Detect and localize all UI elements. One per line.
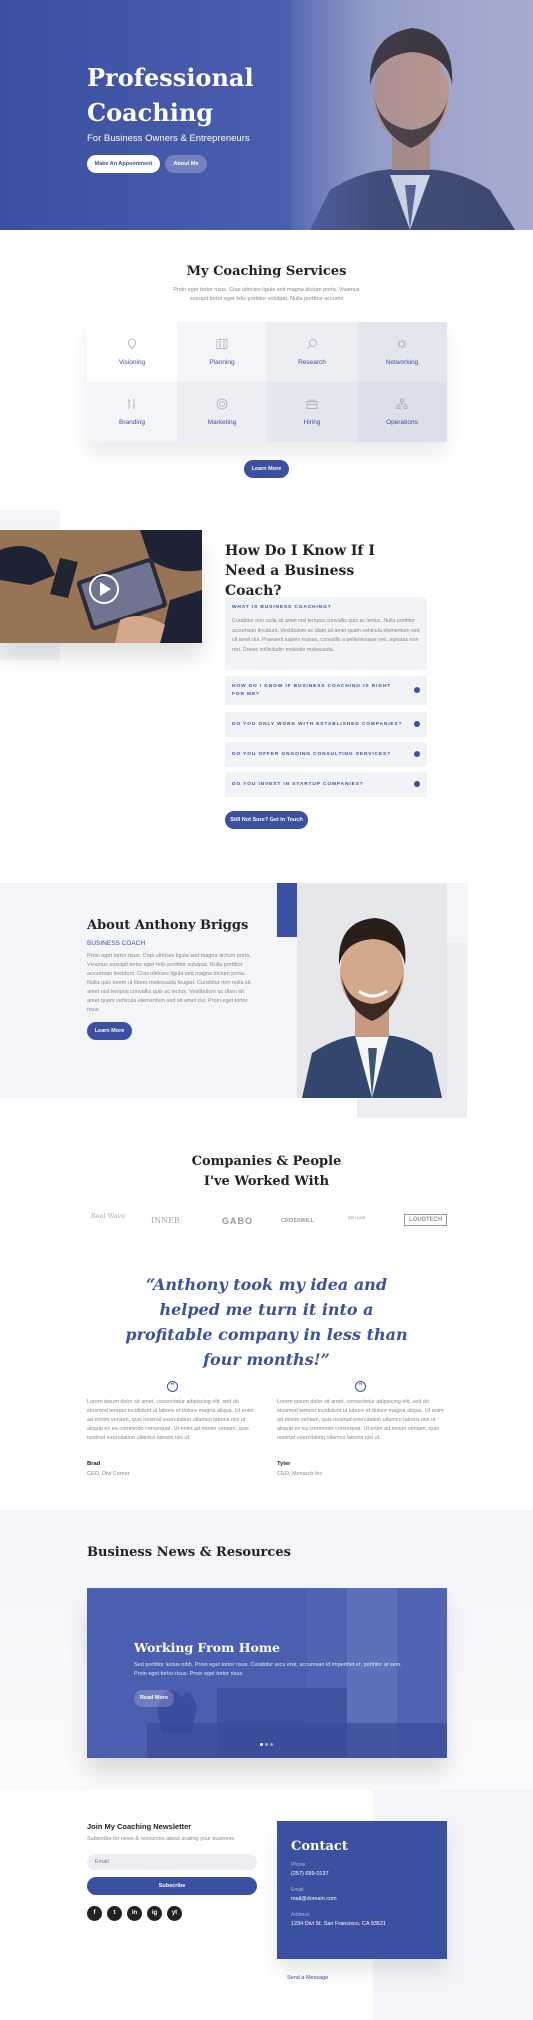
news-slider[interactable]: Working From Home Sed porttitor lectus n…: [87, 1588, 447, 1758]
pen-icon: [128, 399, 135, 409]
org-chart-icon: [396, 398, 408, 409]
faq-title: How Do I Know If I Need a Business Coach…: [225, 543, 375, 599]
services-description: Proin eget tortor risus. Cras ultricies …: [173, 287, 360, 302]
plus-icon: [414, 781, 420, 787]
linkedin-icon[interactable]: in: [127, 1906, 142, 1921]
make-appointment-button[interactable]: Make An Appointment: [87, 155, 160, 173]
faq-item-2[interactable]: DO YOU ONLY WORK WITH ESTABLISHED COMPAN…: [225, 712, 427, 737]
faq-item-1[interactable]: HOW DO I KNOW IF BUSINESS COACHING IS RI…: [225, 676, 427, 705]
plus-icon: [414, 687, 420, 693]
network-icon: [397, 339, 407, 349]
newsletter-text: Subscribe for news & resources about sca…: [87, 1836, 235, 1842]
service-card-networking[interactable]: Networking: [357, 322, 447, 382]
service-label: Branding: [118, 419, 146, 426]
slider-dot[interactable]: [265, 1743, 268, 1746]
service-label: Planning: [209, 359, 235, 366]
about-title: About Anthony Briggs: [87, 918, 249, 933]
quote-icon: ”: [355, 1381, 366, 1392]
hero-title: Professional Coaching: [87, 63, 254, 127]
services-title: My Coaching Services: [186, 264, 347, 279]
contact-card: Contact Phone (257) 699-0137 Email mail@…: [277, 1821, 447, 1959]
service-card-operations[interactable]: Operations: [357, 382, 447, 442]
testimonial-role: CEO, Monarch Inc: [277, 1471, 323, 1477]
email-input[interactable]: [87, 1854, 257, 1870]
service-label: Operations: [386, 419, 418, 426]
slider-dot-active[interactable]: [260, 1743, 263, 1746]
faq-open-item[interactable]: WHAT IS BUSINESS COACHING? Curabitur non…: [225, 597, 427, 670]
facebook-icon[interactable]: f: [87, 1906, 102, 1921]
email-label: Email: [291, 1887, 304, 1893]
service-card-marketing[interactable]: Marketing: [177, 382, 267, 442]
subscribe-button[interactable]: Subscribe: [87, 1877, 257, 1895]
services-learn-more-button[interactable]: Learn More: [244, 460, 289, 478]
phone-label: Phone: [291, 1862, 306, 1868]
testimonial-name: Tyler: [277, 1461, 291, 1467]
news-title: Business News & Resources: [87, 1545, 291, 1560]
services-grid: Visioning Planning Research Networking B…: [87, 322, 447, 442]
about-learn-more-button[interactable]: Learn More: [87, 1022, 132, 1040]
service-label: Visioning: [118, 359, 146, 366]
search-icon: [306, 339, 317, 350]
testimonial-name: Brad: [87, 1461, 101, 1467]
testimonial-role: CEO, Divi Corner: [87, 1471, 130, 1477]
service-card-visioning[interactable]: Visioning: [87, 322, 177, 382]
plus-icon: [414, 721, 420, 727]
hero-portrait-image: [290, 0, 533, 230]
service-card-planning[interactable]: Planning: [177, 322, 267, 382]
get-in-touch-button[interactable]: Still Not Sure? Get In Touch: [225, 811, 308, 829]
service-card-hiring[interactable]: Hiring: [267, 382, 357, 442]
service-card-branding[interactable]: Branding: [87, 382, 177, 442]
lightbulb-icon: [128, 338, 136, 349]
address-label: Address: [291, 1912, 310, 1918]
about-me-button[interactable]: About Me: [165, 155, 207, 173]
logo-inner: INNER: [151, 1216, 181, 1225]
faq-open-question: WHAT IS BUSINESS COACHING?: [232, 605, 332, 610]
logo-loudtech: LOUDTECH: [404, 1214, 448, 1226]
contact-title: Contact: [291, 1839, 348, 1854]
plus-icon: [414, 751, 420, 757]
hero-section: Professional Coaching For Business Owner…: [0, 0, 533, 230]
slider-dot[interactable]: [270, 1743, 273, 1746]
service-label: Networking: [385, 359, 419, 366]
testimonial-text: Lorem ipsum dolor sit amet, consectetur …: [87, 1399, 254, 1441]
logo-real-wave: Real Wave: [90, 1212, 126, 1220]
about-subtitle: BUSINESS COACH: [87, 940, 146, 947]
logo-crosswill: CROSSWILL: [281, 1218, 314, 1224]
tablet-meeting-image: [0, 530, 202, 643]
about-body: Proin eget tortor risus. Cras ultricies …: [87, 953, 251, 1013]
logo-gabo: GABO: [222, 1216, 253, 1226]
quote-icon: ”: [167, 1381, 178, 1392]
news-slide-title: Working From Home: [134, 1640, 281, 1655]
map-icon: [216, 338, 228, 350]
youtube-icon[interactable]: yt: [167, 1906, 182, 1921]
briefcase-icon: [306, 399, 318, 409]
news-slide-text: Sed porttitor lectus nibh. Proin eget to…: [134, 1662, 402, 1677]
faq-item-4[interactable]: DO YOU INVEST IN STARTUP COMPANIES?: [225, 772, 427, 797]
instagram-icon[interactable]: ig: [147, 1906, 162, 1921]
companies-title: Companies & People I've Worked With: [191, 1154, 342, 1189]
address-value: 1234 Divi St. San Francisco, CA 93521: [291, 1921, 387, 1927]
faq-item-3[interactable]: DO YOU OFFER ONGOING CONSULTING SERVICES…: [225, 742, 427, 767]
hero-subtitle: For Business Owners & Entrepreneurs: [87, 133, 250, 144]
service-label: Hiring: [303, 419, 321, 426]
logo-zen-link: Zen Link: [348, 1215, 366, 1220]
send-message-link[interactable]: Send a Message: [287, 1975, 328, 1981]
phone-value[interactable]: (257) 699-0137: [291, 1871, 433, 1877]
testimonial-text: Lorem ipsum dolor sit amet, consectetur …: [277, 1399, 444, 1441]
testimonial-quote: “Anthony took my idea and helped me turn…: [125, 1275, 408, 1369]
email-value[interactable]: mail@domain.com: [291, 1896, 433, 1902]
social-links: f t in ig yt: [87, 1906, 187, 1921]
target-icon: [216, 398, 228, 410]
faq-open-answer: Curabitur non nulla sit amet nisl tempus…: [232, 618, 420, 653]
twitter-icon[interactable]: t: [107, 1906, 122, 1921]
about-portrait-image: [297, 883, 447, 1098]
service-label: Marketing: [207, 419, 237, 426]
newsletter-title: Join My Coaching Newsletter: [87, 1822, 192, 1831]
read-more-button[interactable]: Read More: [134, 1690, 174, 1707]
service-label: Research: [298, 359, 326, 366]
accent-block: [277, 883, 297, 937]
service-card-research[interactable]: Research: [267, 322, 357, 382]
